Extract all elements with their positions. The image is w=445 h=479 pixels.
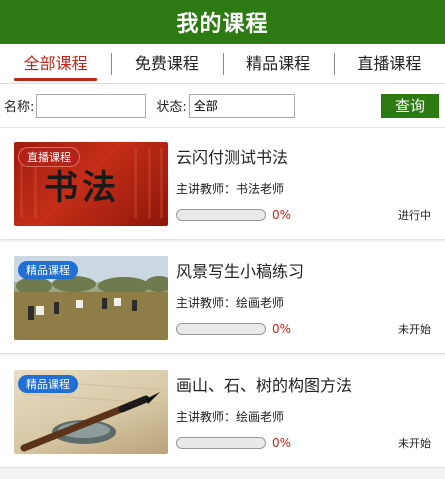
query-button[interactable]: 查询 [381, 93, 439, 118]
course-info: 风景写生小稿练习 主讲教师：绘画老师 0% 未开始 [168, 256, 431, 340]
svg-text:· · ·: · · · [89, 209, 99, 216]
tab-free-courses[interactable]: 免费课程 [111, 44, 222, 84]
course-thumbnail-landscape: 精品课程 [14, 255, 168, 340]
name-label: 名称: [4, 100, 35, 115]
thumbnail-calligraphy-text: 书法 [44, 167, 120, 208]
course-status: 未开始 [398, 436, 431, 450]
course-progress-row: 0% 未开始 [176, 321, 431, 337]
course-status: 进行中 [398, 208, 431, 222]
progress-bar [176, 436, 266, 449]
tab-premium-courses[interactable]: 精品课程 [222, 44, 334, 84]
course-info: 云闪付测试书法 主讲教师：书法老师 0% 进行中 [168, 142, 431, 226]
page-title: 我的课程 [176, 12, 269, 37]
course-teacher: 主讲教师：绘画老师 [176, 295, 285, 310]
filter-bar: 名称: 状态: 查询 [0, 84, 445, 128]
progress-bar [176, 208, 266, 221]
course-item[interactable]: 精品课程 画山、石、树的构图方法 主讲教师：绘画老师 0% 未开始 [0, 356, 445, 468]
course-thumbnail-brush: 精品课程 [14, 369, 168, 454]
course-thumbnail-calligraphy: · · · 书法 直播课程 [14, 141, 168, 226]
status-label: 状态: [156, 100, 187, 115]
course-item[interactable]: 精品课程 风景写生小稿练习 主讲教师：绘画老师 0% 未开始 [0, 242, 445, 354]
progress-percent: 0% [272, 321, 292, 336]
course-title[interactable]: 画山、石、树的构图方法 [176, 372, 431, 396]
course-progress-row: 0% 未开始 [176, 435, 431, 451]
progress-bar [176, 322, 266, 335]
course-type-badge: 精品课程 [18, 260, 78, 279]
course-title[interactable]: 云闪付测试书法 [176, 144, 431, 168]
header-bar: 我的课程 [0, 0, 445, 44]
course-item[interactable]: · · · 书法 直播课程 云闪付测试书法 主讲教师：书法老师 0% 进行中 [0, 128, 445, 240]
course-list: · · · 书法 直播课程 云闪付测试书法 主讲教师：书法老师 0% 进行中 精… [0, 128, 445, 468]
course-info: 画山、石、树的构图方法 主讲教师：绘画老师 0% 未开始 [168, 370, 431, 454]
course-type-badge: 直播课程 [18, 146, 80, 167]
status-select[interactable] [188, 93, 295, 118]
course-status: 未开始 [398, 322, 431, 336]
course-progress-row: 0% 进行中 [176, 207, 431, 223]
progress-percent: 0% [272, 207, 292, 222]
tab-all-courses[interactable]: 全部课程 [0, 44, 111, 84]
course-teacher: 主讲教师：书法老师 [176, 181, 285, 196]
course-type-badge: 精品课程 [18, 374, 78, 393]
course-title[interactable]: 风景写生小稿练习 [176, 258, 431, 282]
name-input[interactable] [36, 93, 147, 118]
course-tabs: 全部课程 免费课程 精品课程 直播课程 [0, 44, 445, 84]
progress-percent: 0% [272, 435, 292, 450]
tab-live-courses[interactable]: 直播课程 [333, 44, 445, 84]
course-teacher: 主讲教师：绘画老师 [176, 409, 285, 424]
